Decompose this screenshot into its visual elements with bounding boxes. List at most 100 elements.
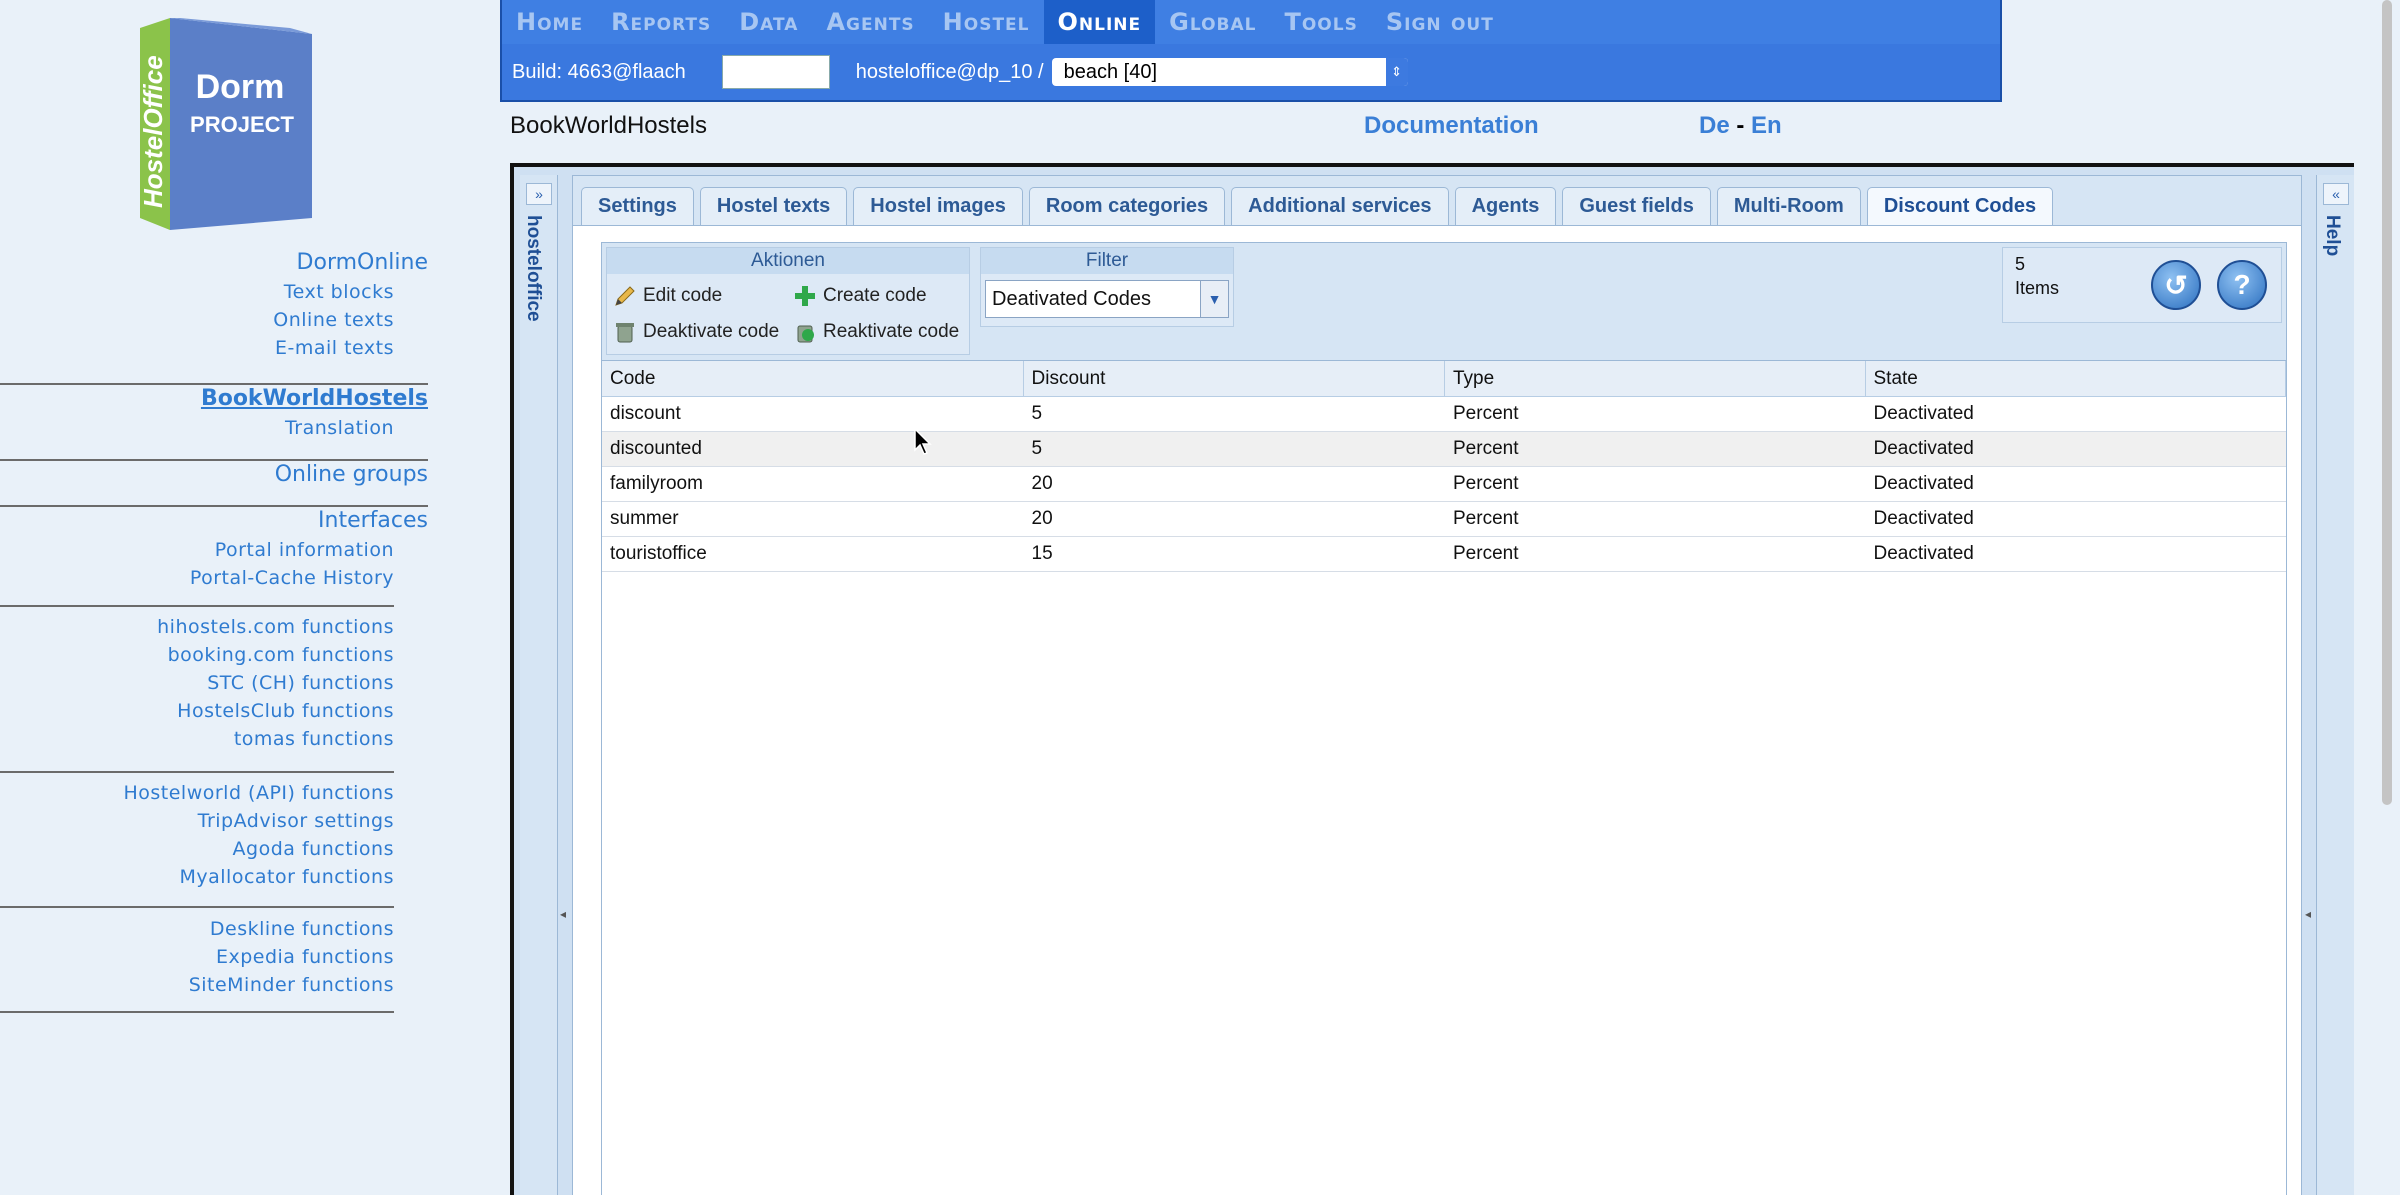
resize-handle-icon[interactable]: ◂ (560, 907, 566, 921)
edit-code-button[interactable]: Edit code (613, 284, 722, 308)
menu-reports[interactable]: Reports (597, 0, 725, 44)
tab-guest-fields[interactable]: Guest fields (1562, 187, 1711, 225)
tab-hostel-images[interactable]: Hostel images (853, 187, 1023, 225)
expand-left-icon[interactable]: « (2323, 183, 2349, 205)
help-icon[interactable]: ? (2217, 260, 2267, 310)
cell-code: familyroom (610, 473, 703, 494)
column-header-state[interactable]: State (1866, 361, 2286, 396)
help-label: Help (2322, 215, 2343, 257)
nav-head-online-groups[interactable]: Online groups (70, 462, 500, 487)
cell-code: touristoffice (610, 543, 707, 564)
scrollbar-thumb[interactable] (2382, 0, 2392, 805)
nav-item-portal-cache-history[interactable]: Portal-Cache History (70, 567, 500, 589)
menu-data[interactable]: Data (725, 0, 812, 44)
nav-item-stc[interactable]: STC (CH) functions (70, 672, 394, 694)
plus-icon (793, 284, 817, 308)
nav-item-tripadvisor[interactable]: TripAdvisor settings (70, 810, 394, 832)
cell-type: Percent (1453, 473, 1519, 494)
cell-discount: 5 (1031, 438, 1043, 459)
pencil-icon (613, 284, 637, 308)
nav-group-1: hihostels.com functions booking.com func… (70, 616, 500, 750)
refresh-icon[interactable]: ↺ (2151, 260, 2201, 310)
menu-agents[interactable]: Agents (812, 0, 928, 44)
table-row[interactable]: touristoffice 15 Percent Deactivated (602, 537, 2286, 572)
nav-head-dormonline[interactable]: DormOnline (70, 250, 500, 275)
filter-title: Filter (981, 248, 1233, 274)
divider (0, 459, 428, 461)
tab-multi-room[interactable]: Multi-Room (1716, 187, 1861, 225)
lang-de-link[interactable]: De (1699, 112, 1730, 139)
page-title: BookWorldHostels (510, 112, 707, 139)
menu-online[interactable]: Online (1043, 0, 1156, 44)
cell-type: Percent (1453, 543, 1519, 564)
tab-hostel-texts[interactable]: Hostel texts (699, 187, 848, 225)
hosteloffice-label: hosteloffice (523, 215, 544, 322)
column-header-type[interactable]: Type (1445, 361, 1866, 396)
nav-item-tomas[interactable]: tomas functions (70, 728, 394, 750)
tab-room-categories[interactable]: Room categories (1028, 187, 1226, 225)
tab-additional-services[interactable]: Additional services (1231, 187, 1449, 225)
item-count-label: Items (2015, 278, 2060, 298)
cell-code: discount (610, 403, 681, 424)
nav-head-bookworldhostels[interactable]: BookWorldHostels (70, 386, 500, 411)
create-code-button[interactable]: Create code (793, 284, 927, 308)
table-row[interactable]: summer 20 Percent Deactivated (602, 502, 2286, 537)
filter-select[interactable]: Deativated Codes ▼ (985, 280, 1229, 318)
hostel-select[interactable]: beach [40] ⇕ (1051, 58, 1408, 86)
help-panel: « Help ◂ (2305, 175, 2354, 1195)
nav-item-hostelsclub[interactable]: HostelsClub functions (70, 700, 394, 722)
documentation-link[interactable]: Documentation (1364, 112, 1539, 140)
nav-section-interfaces: Interfaces Portal information Portal-Cac… (70, 508, 500, 589)
filter-group: Filter Deativated Codes ▼ (980, 247, 1234, 327)
nav-item-hostelworld[interactable]: Hostelworld (API) functions (70, 782, 394, 804)
nav-item-expedia[interactable]: Expedia functions (70, 946, 394, 968)
recycle-icon (793, 320, 817, 344)
menu-sign-out[interactable]: Sign out (1372, 0, 1508, 44)
menu-hostel[interactable]: Hostel (929, 0, 1044, 44)
reactivate-code-button[interactable]: Reaktivate code (793, 320, 959, 344)
nav-item-online-texts[interactable]: Online texts (70, 309, 500, 331)
table-row[interactable]: familyroom 20 Percent Deactivated (602, 467, 2286, 502)
nav-item-deskline[interactable]: Deskline functions (70, 918, 394, 940)
toolbar: Aktionen Edit code Create code Deaktivat… (602, 243, 2286, 361)
column-header-code[interactable]: Code (602, 361, 1024, 396)
nav-head-interfaces[interactable]: Interfaces (70, 508, 500, 533)
table-row[interactable]: discounted 5 Percent Deactivated (602, 432, 2286, 467)
nav-item-email-texts[interactable]: E-mail texts (70, 337, 500, 359)
cell-discount: 20 (1031, 508, 1053, 529)
cell-code: summer (610, 508, 679, 529)
chevron-down-icon: ▼ (1200, 281, 1228, 317)
nav-item-myallocator[interactable]: Myallocator functions (70, 866, 394, 888)
table-row[interactable]: discount 5 Percent Deactivated (602, 397, 2286, 432)
page-scrollbar[interactable] (2380, 0, 2394, 810)
nav-item-agoda[interactable]: Agoda functions (70, 838, 394, 860)
nav-item-text-blocks[interactable]: Text blocks (70, 281, 500, 303)
nav-item-translation[interactable]: Translation (70, 417, 500, 439)
cell-code: discounted (610, 438, 702, 459)
mouse-cursor-icon (914, 427, 932, 461)
column-header-discount[interactable]: Discount (1024, 361, 1445, 396)
expand-right-icon[interactable]: » (526, 183, 552, 205)
nav-item-portal-information[interactable]: Portal information (70, 539, 500, 561)
quick-search-input[interactable] (721, 55, 830, 89)
content-area: Settings Hostel texts Hostel images Room… (572, 175, 2302, 1195)
item-count: 5 (2015, 254, 2026, 274)
tab-settings[interactable]: Settings (581, 187, 694, 225)
deactivate-code-button[interactable]: Deaktivate code (613, 320, 779, 344)
build-label: Build: 4663@flaach (512, 60, 686, 83)
nav-item-siteminder[interactable]: SiteMinder functions (70, 974, 394, 996)
create-code-label: Create code (823, 285, 927, 306)
nav-item-hihostels[interactable]: hihostels.com functions (70, 616, 394, 638)
tab-agents[interactable]: Agents (1454, 187, 1557, 225)
sidebar: Dorm PROJECT HostelOffice DormOnline Tex… (0, 0, 500, 1195)
lang-en-link[interactable]: En (1751, 112, 1782, 139)
reactivate-code-label: Reaktivate code (823, 321, 960, 342)
nav-section-dormonline: DormOnline Text blocks Online texts E-ma… (70, 250, 500, 359)
dormproject-logo[interactable]: Dorm PROJECT HostelOffice (138, 18, 312, 230)
menu-global[interactable]: Global (1155, 0, 1270, 44)
nav-item-booking[interactable]: booking.com functions (70, 644, 394, 666)
resize-handle-icon[interactable]: ◂ (2305, 907, 2311, 921)
menu-tools[interactable]: Tools (1270, 0, 1371, 44)
tab-discount-codes[interactable]: Discount Codes (1866, 187, 2054, 225)
menu-home[interactable]: Home (502, 0, 597, 44)
